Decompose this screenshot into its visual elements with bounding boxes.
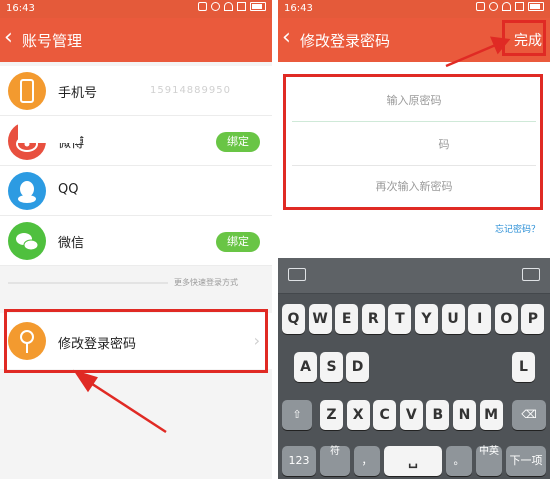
account-row-phone[interactable]: 手机号 15914889950 xyxy=(0,66,272,116)
highlight-box-password-fields xyxy=(283,74,543,210)
language-switch-key[interactable]: 中英 xyxy=(476,446,502,476)
space-key[interactable]: ␣ xyxy=(384,446,442,476)
key-u[interactable]: U xyxy=(441,304,465,334)
key-m[interactable]: M xyxy=(479,400,503,430)
key-x[interactable]: X xyxy=(346,400,370,430)
keyboard-toolbar xyxy=(278,258,550,294)
key-i[interactable]: I xyxy=(468,304,492,334)
account-label: QQ xyxy=(58,182,79,197)
quick-login-divider xyxy=(8,282,168,284)
keyboard-hide-icon[interactable] xyxy=(522,268,540,281)
status-bar: 16:43 xyxy=(278,0,550,18)
status-bar: 16:43 xyxy=(0,0,272,18)
symbol-key[interactable]: 符 xyxy=(320,446,350,476)
bind-button-weibo[interactable]: 绑定 xyxy=(216,132,260,152)
key-n[interactable]: N xyxy=(453,400,476,430)
battery-icon xyxy=(528,2,544,11)
status-time: 16:43 xyxy=(284,3,313,14)
period-key[interactable]: 。 xyxy=(446,446,472,476)
key-r[interactable]: R xyxy=(361,304,385,334)
signal-icon xyxy=(237,2,246,11)
title-bar: ‹ 账号管理 xyxy=(0,18,272,62)
key-a[interactable]: A xyxy=(294,352,317,382)
backspace-key[interactable]: ⌫ xyxy=(512,400,546,430)
key-b[interactable]: B xyxy=(426,400,450,430)
account-management-screen: 16:43 ‹ 账号管理 手机号 15914889950 微博 绑定 QQ 微信… xyxy=(0,0,272,479)
next-field-key[interactable]: 下一项 xyxy=(506,446,546,476)
account-label: 手机号 xyxy=(58,86,98,101)
key-t[interactable]: T xyxy=(388,304,412,334)
alarm-icon xyxy=(211,2,220,11)
page-title: 修改登录密码 xyxy=(300,32,391,50)
shift-key[interactable]: ⇧ xyxy=(282,400,312,430)
headset-icon xyxy=(198,2,207,11)
keyboard-switch-icon[interactable] xyxy=(288,268,306,281)
forgot-password-link[interactable]: 忘记密码？ xyxy=(495,222,540,235)
key-y[interactable]: Y xyxy=(415,304,438,334)
wechat-icon xyxy=(8,222,46,260)
key-z[interactable]: Z xyxy=(320,400,343,430)
qq-icon xyxy=(8,172,46,210)
alarm-icon xyxy=(489,2,498,11)
key-w[interactable]: W xyxy=(308,304,332,334)
wifi-icon xyxy=(502,2,511,11)
comma-key[interactable]: ， xyxy=(354,446,380,476)
account-row-wechat[interactable]: 微信 绑定 xyxy=(0,216,272,266)
account-row-qq[interactable]: QQ xyxy=(0,166,272,216)
signal-icon xyxy=(515,2,524,11)
account-list: 手机号 15914889950 微博 绑定 QQ 微信 绑定 xyxy=(0,66,272,266)
key-p[interactable]: P xyxy=(521,304,545,334)
key-c[interactable]: C xyxy=(373,400,397,430)
key-q[interactable]: Q xyxy=(282,304,305,334)
numbers-key[interactable]: 123 xyxy=(282,446,316,476)
back-chevron-icon[interactable]: ‹ xyxy=(4,27,13,49)
more-quick-login[interactable]: 更多快速登录方式 xyxy=(0,270,272,294)
soft-keyboard: Q W E R T Y U I O P A S D L ⇧ Z X C V B N M ⌫ 123 符， ␣。中英 下一项 xyxy=(278,258,550,479)
page-title: 账号管理 xyxy=(22,32,83,50)
battery-icon xyxy=(250,2,266,11)
back-chevron-icon[interactable]: ‹ xyxy=(282,27,291,49)
status-time: 16:43 xyxy=(6,3,35,14)
phone-icon xyxy=(8,72,46,110)
key-e[interactable]: E xyxy=(335,304,359,334)
redaction-patch xyxy=(18,117,80,143)
phone-number: 15914889950 xyxy=(150,85,231,96)
highlight-box-change-password xyxy=(4,309,268,373)
key-v[interactable]: V xyxy=(399,400,423,430)
change-password-screen: 16:43 ‹ 修改登录密码 完成 输入原密码 码 再次输入新密码 忘记密码？ xyxy=(278,0,550,479)
key-o[interactable]: O xyxy=(494,304,518,334)
key-d[interactable]: D xyxy=(346,352,369,382)
highlight-box-done xyxy=(502,20,546,56)
quick-login-text: 更多快速登录方式 xyxy=(174,278,238,287)
account-label: 微信 xyxy=(58,236,85,251)
wifi-icon xyxy=(224,2,233,11)
headset-icon xyxy=(476,2,485,11)
key-s[interactable]: S xyxy=(320,352,343,382)
key-l[interactable]: L xyxy=(512,352,535,382)
bind-button-wechat[interactable]: 绑定 xyxy=(216,232,260,252)
